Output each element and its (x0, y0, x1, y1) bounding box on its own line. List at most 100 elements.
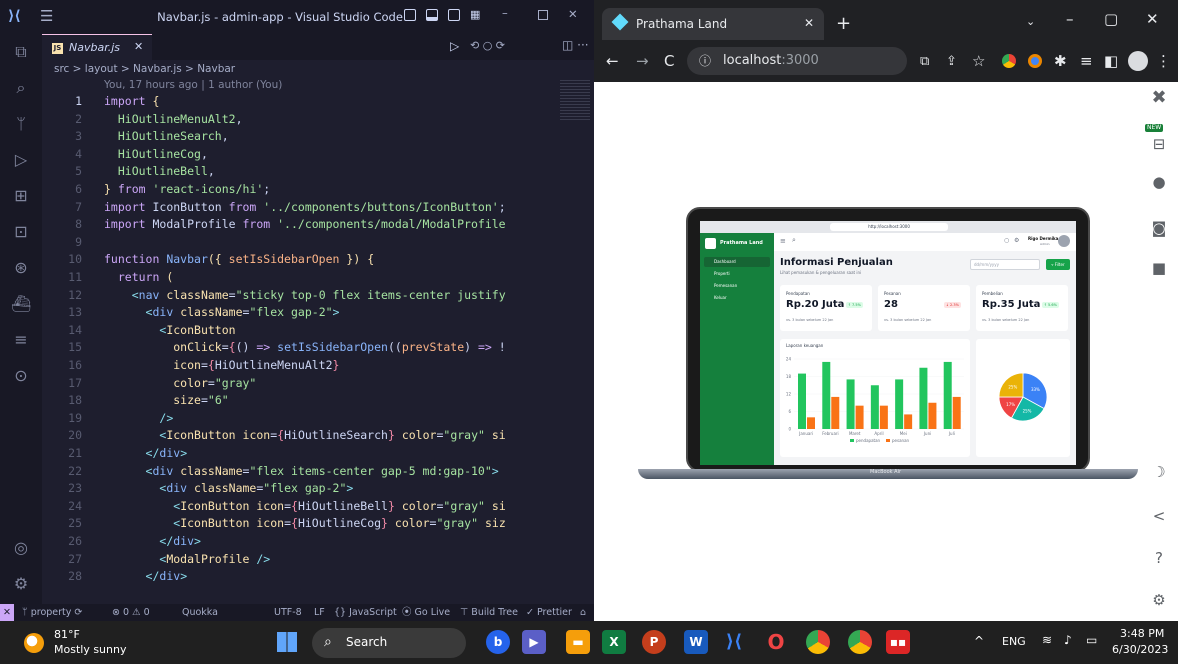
line-number[interactable]: 15 (42, 340, 82, 354)
bar-pesanan[interactable] (831, 396, 840, 429)
clock-date[interactable]: 6/30/2023 (1112, 643, 1168, 656)
line-number[interactable]: 25 (42, 516, 82, 530)
code-line[interactable]: <IconButton icon={HiOutlineSearch} color… (104, 428, 505, 442)
source-control-icon[interactable]: ᛘ (11, 114, 31, 134)
branch-status[interactable]: ᛘ property ⟳ (22, 604, 82, 621)
media-icon[interactable]: ≡ (1080, 54, 1093, 69)
bar-pendapatan[interactable] (870, 385, 879, 429)
code-line[interactable]: <div className="flex gap-2"> (104, 481, 353, 495)
git-blame-lens[interactable]: You, 17 hours ago | 1 author (You) (104, 79, 282, 91)
vscode-taskbar-icon[interactable]: ⟩⟨ (722, 630, 746, 654)
code-line[interactable]: <IconButton icon={HiOutlineCog} color="g… (104, 516, 506, 530)
forward-icon[interactable]: → (636, 54, 649, 69)
weather-desc[interactable]: Mostly sunny (54, 643, 126, 656)
bar-pesanan[interactable] (855, 405, 864, 429)
line-number[interactable]: 23 (42, 481, 82, 495)
avatar[interactable] (1058, 235, 1070, 247)
docker-icon[interactable]: ⛴ (11, 294, 31, 314)
weather-temp[interactable]: 81°F (54, 628, 80, 641)
help-icon[interactable]: ? (1147, 546, 1171, 570)
code-line[interactable]: </div> (104, 446, 188, 460)
settings-gear-icon[interactable]: ⚙ (11, 574, 31, 594)
start-button[interactable] (277, 632, 297, 652)
remote-explorer-icon[interactable]: ⊡ (11, 222, 31, 242)
language-status[interactable]: {} JavaScript (334, 604, 397, 621)
code-line[interactable]: onClick={() => setIsSidebarOpen((prevSta… (104, 340, 505, 354)
eol-status[interactable]: LF (314, 604, 325, 621)
wifi-icon[interactable]: ≋ (1042, 633, 1052, 647)
date-input[interactable]: dd/mm/yyyy (970, 259, 1040, 270)
code-line[interactable]: icon={HiOutlineMenuAlt2} (104, 358, 339, 372)
line-number[interactable]: 18 (42, 393, 82, 407)
excel-icon[interactable]: X (602, 630, 626, 654)
code-line[interactable]: HiOutlineCog, (104, 147, 208, 161)
maximize-button[interactable]: ▢ (1104, 12, 1118, 27)
bar-pesanan[interactable] (879, 405, 888, 429)
code-line[interactable]: <nav className="sticky top-0 flex items-… (104, 288, 506, 302)
menu-icon[interactable]: ≡ (780, 237, 786, 245)
toggle-secondary-icon[interactable] (448, 9, 460, 21)
code-line[interactable]: </div> (104, 569, 188, 583)
kebab-menu-icon[interactable]: ⋮ (1156, 54, 1171, 69)
weather-sun-icon[interactable] (24, 633, 44, 653)
line-number[interactable]: 14 (42, 323, 82, 337)
extension-icon[interactable] (1028, 54, 1042, 68)
new-tab-icon[interactable]: + (836, 15, 851, 33)
code-line[interactable]: <IconButton (104, 323, 235, 337)
breadcrumb[interactable]: src > layout > Navbar.js > Navbar (42, 60, 594, 78)
sidebar-item-dashboard[interactable]: Dashboard (704, 257, 770, 267)
line-number[interactable]: 7 (42, 200, 82, 214)
search-icon[interactable]: ⌕ (11, 78, 31, 98)
line-number[interactable]: 6 (42, 182, 82, 196)
compare-icon[interactable]: ⟲ ○ ⟳ (470, 39, 505, 52)
golive-status[interactable]: ⦿ Go Live (402, 604, 450, 621)
bing-icon[interactable]: b (486, 630, 510, 654)
extension-icon[interactable] (1002, 54, 1016, 68)
install-icon[interactable]: ⧉ (920, 54, 929, 69)
video-icon[interactable]: ■ (1147, 256, 1171, 280)
code-line[interactable]: import ModalProfile from '../components/… (104, 217, 506, 231)
share-icon[interactable]: < (1147, 504, 1171, 528)
outline-icon[interactable]: ≡ (11, 330, 31, 350)
teams-icon[interactable]: ▶ (522, 630, 546, 654)
bar-pendapatan[interactable] (798, 373, 806, 429)
tab-close-icon[interactable]: ✕ (804, 16, 814, 30)
menu-icon[interactable]: ☰ (40, 7, 53, 25)
reload-icon[interactable]: C (664, 54, 674, 69)
code-line[interactable]: size="6" (104, 393, 228, 407)
buildtree-status[interactable]: ⊤ Build Tree (460, 604, 518, 621)
line-number[interactable]: 9 (42, 235, 82, 249)
line-number[interactable]: 27 (42, 552, 82, 566)
back-icon[interactable]: ← (606, 54, 619, 69)
legend-label[interactable]: pendapatan (856, 438, 881, 443)
browser-tab[interactable]: Prathama Land ✕ (602, 8, 824, 40)
code-line[interactable]: return ( (104, 270, 173, 284)
info-icon[interactable]: ⓘ (699, 47, 711, 75)
line-number[interactable]: 2 (42, 112, 82, 126)
file-explorer-icon[interactable]: ▬ (566, 630, 590, 654)
tab-search-icon[interactable]: ⌄ (1026, 14, 1035, 29)
run-debug-icon[interactable]: ▷ (11, 150, 31, 170)
bookmark-star-icon[interactable]: ☆ (972, 54, 985, 69)
line-number[interactable]: 26 (42, 534, 82, 548)
powerpoint-icon[interactable]: P (642, 630, 666, 654)
line-number[interactable]: 12 (42, 288, 82, 302)
account-icon[interactable]: ◎ (11, 538, 31, 558)
battery-icon[interactable]: ▭ (1086, 633, 1097, 647)
sidebar-item-properti[interactable]: Properti (704, 269, 770, 279)
bar-pendapatan[interactable] (943, 361, 952, 429)
bar-pesanan[interactable] (904, 414, 913, 429)
code-line[interactable]: } from 'react-icons/hi'; (104, 182, 270, 196)
minimap[interactable] (560, 80, 590, 120)
maximize-button[interactable] (538, 10, 548, 20)
more-icon[interactable]: ◫ ··· (562, 38, 589, 52)
opera-icon[interactable]: O (764, 630, 788, 654)
code-line[interactable]: /> (104, 411, 173, 425)
line-number[interactable]: 10 (42, 252, 82, 266)
chrome-profile-icon[interactable] (848, 630, 872, 654)
code-line[interactable]: color="gray" (104, 376, 256, 390)
volume-icon[interactable]: ♪ (1064, 633, 1072, 647)
app-icon[interactable]: ▪▪ (886, 630, 910, 654)
tab-close-icon[interactable]: ✕ (134, 40, 143, 53)
settings-gear-icon[interactable]: ⚙ (1147, 588, 1171, 612)
